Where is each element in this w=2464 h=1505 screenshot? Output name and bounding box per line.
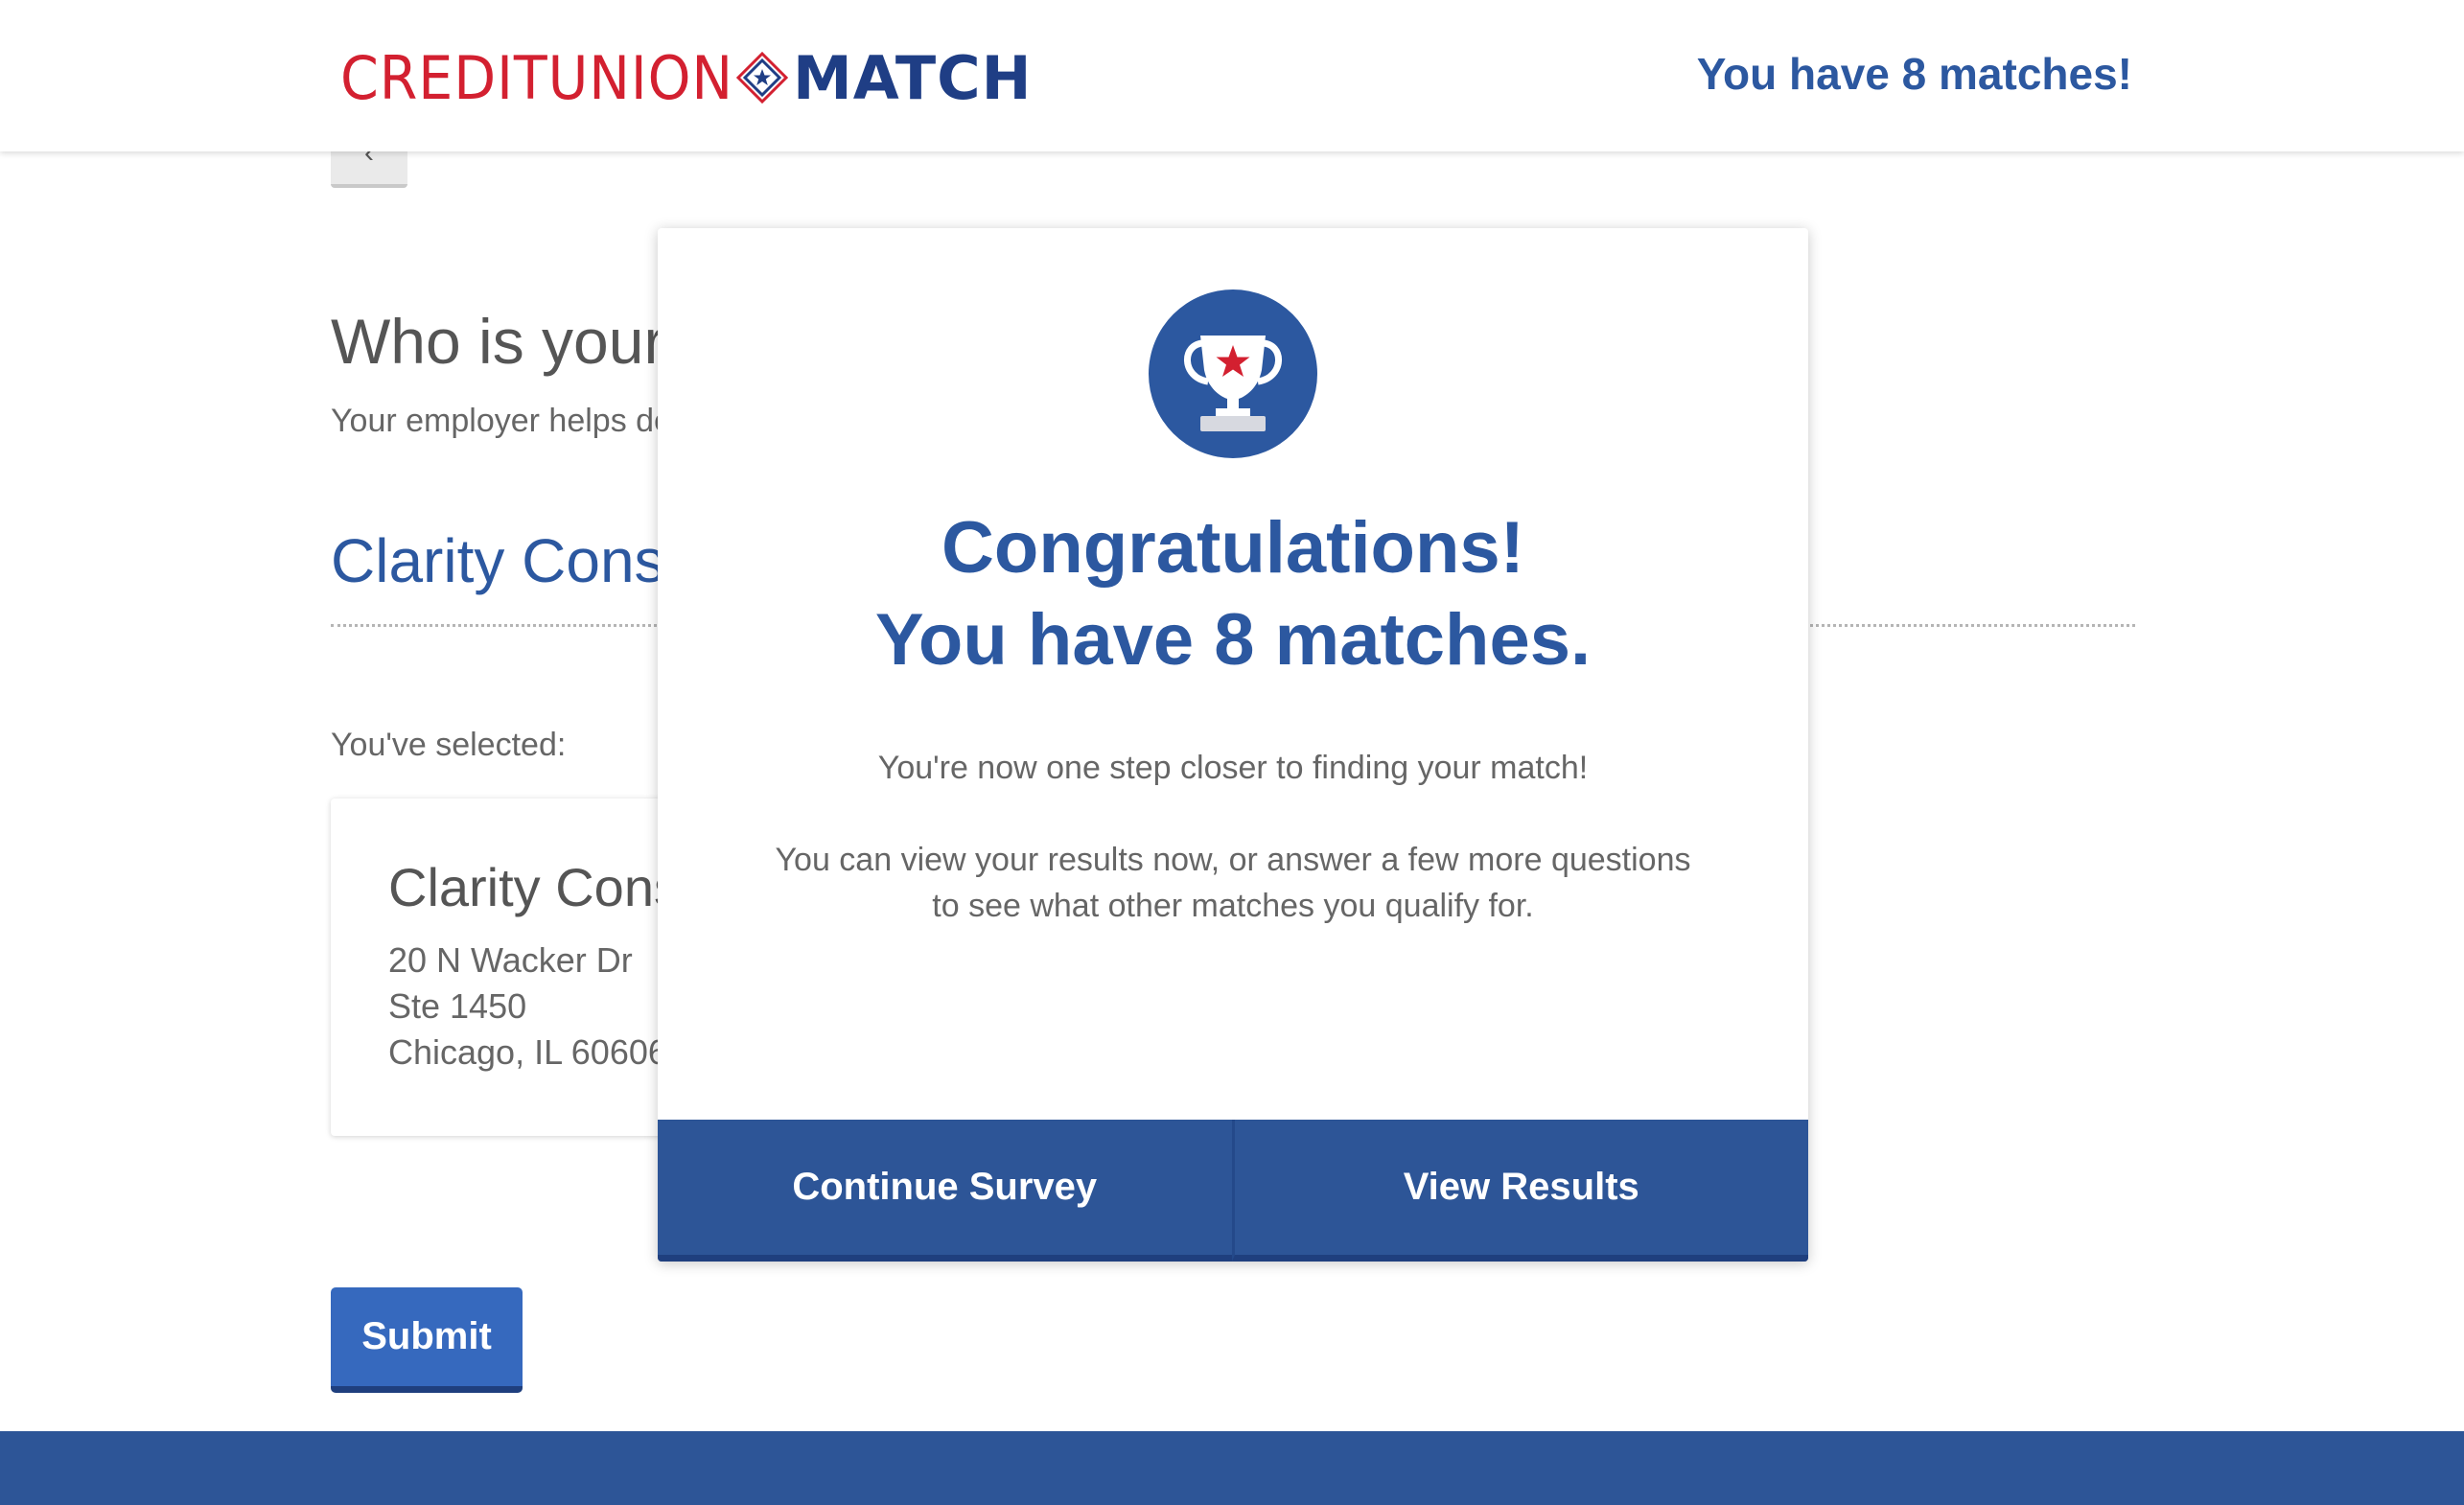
logo-text-creditunion: CREDITUNION [340, 42, 734, 113]
modal-text-line2: You can view your results now, or answer… [775, 842, 1691, 878]
logo-text-match: MATCH [793, 42, 1033, 113]
matches-count-link[interactable]: You have 8 matches! [1697, 48, 2132, 100]
modal-text-line3: to see what other matches you qualify fo… [932, 888, 1534, 924]
view-results-button[interactable]: View Results [1231, 1120, 1808, 1262]
creditunion-match-logo[interactable]: CREDITUNION MATCH [340, 42, 1033, 113]
selected-label: You've selected: [331, 727, 567, 763]
employer-name: Clarity Cons [388, 857, 681, 917]
page-question-heading: Who is your [331, 306, 665, 377]
modal-button-bar: Continue Survey View Results [658, 1120, 1808, 1262]
continue-survey-button[interactable]: Continue Survey [658, 1120, 1232, 1262]
employer-address-line2: Ste 1450 [388, 986, 527, 1026]
submit-button[interactable]: Submit [331, 1287, 523, 1393]
footer-band [0, 1431, 2464, 1505]
employer-input-value: Clarity Cons [331, 526, 665, 595]
employer-address-line1: 20 N Wacker Dr [388, 940, 633, 980]
diamond-star-icon [735, 51, 789, 104]
modal-title-line1: Congratulations! [941, 507, 1524, 589]
modal-text-line1: You're now one step closer to finding yo… [877, 750, 1589, 786]
trophy-star-icon [1149, 289, 1317, 458]
page-subtext: Your employer helps de [331, 403, 672, 439]
employer-address-line3: Chicago, IL 60606 [388, 1032, 667, 1072]
modal-title-line2: You have 8 matches. [874, 599, 1592, 681]
congratulations-modal: Congratulations! You have 8 matches. You… [658, 228, 1808, 1262]
site-header: CREDITUNION MATCH You have 8 matches! [0, 0, 2464, 151]
